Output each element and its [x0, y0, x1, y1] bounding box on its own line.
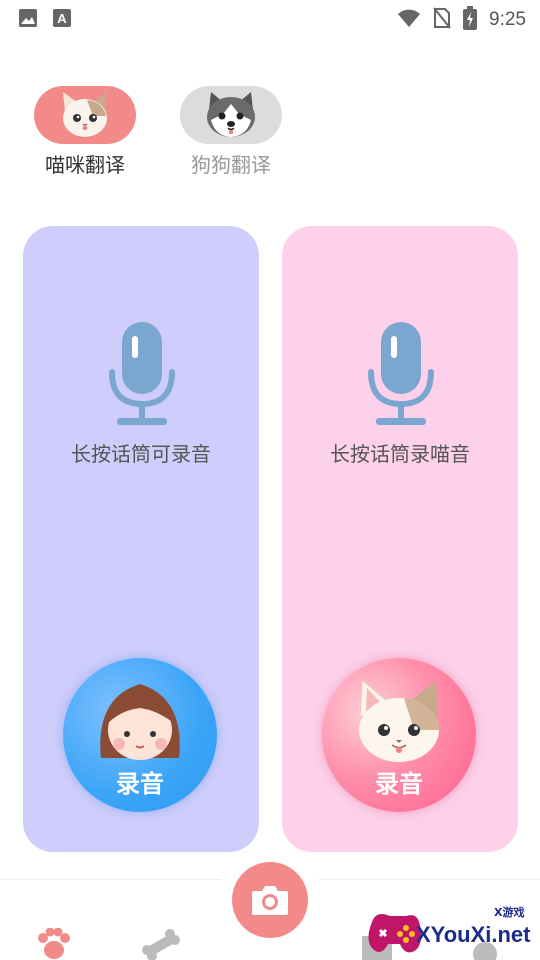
watermark-text: XYouXi.net — [416, 922, 531, 947]
husky-face-icon — [207, 92, 255, 137]
human-record-panel: 长按话筒可录音 录音 — [23, 226, 259, 852]
svg-text:A: A — [57, 11, 67, 26]
camera-button[interactable] — [232, 862, 308, 938]
watermark-small-text: X游戏 — [494, 906, 525, 919]
wifi-icon — [397, 8, 421, 32]
cat-face-icon — [359, 678, 440, 762]
microphone-icon[interactable] — [107, 322, 177, 430]
image-icon — [18, 8, 38, 32]
human-record-label: 录音 — [116, 770, 164, 798]
no-sim-icon — [433, 7, 451, 33]
cat-face-icon — [63, 92, 107, 137]
cat-translate-label[interactable]: 喵咪翻译 — [25, 149, 145, 178]
human-record-button[interactable]: 录音 — [63, 658, 217, 812]
a-box-icon: A — [52, 8, 72, 32]
watermark: X游戏 XYouXi.net — [366, 904, 540, 960]
cat-translate-toggle[interactable] — [34, 86, 136, 144]
human-record-hint: 长按话筒可录音 — [71, 442, 211, 466]
dog-translate-toggle[interactable] — [180, 86, 282, 144]
camera-icon — [252, 886, 288, 915]
cat-record-panel: 长按话筒录喵音 录音 — [282, 226, 518, 852]
clock: 9:25 — [489, 9, 526, 30]
bone-icon[interactable] — [142, 928, 180, 960]
gamepad-logo-icon — [368, 914, 421, 953]
cat-record-hint: 长按话筒录喵音 — [330, 442, 470, 466]
paw-icon[interactable] — [35, 927, 73, 960]
girl-face-icon — [100, 684, 180, 760]
battery-charging-icon — [463, 6, 478, 34]
dog-translate-label[interactable]: 狗狗翻译 — [171, 149, 291, 178]
microphone-icon[interactable] — [366, 322, 436, 430]
status-bar: A 9:25 — [0, 0, 540, 36]
cat-record-label: 录音 — [375, 770, 423, 798]
cat-record-button[interactable]: 录音 — [322, 658, 476, 812]
